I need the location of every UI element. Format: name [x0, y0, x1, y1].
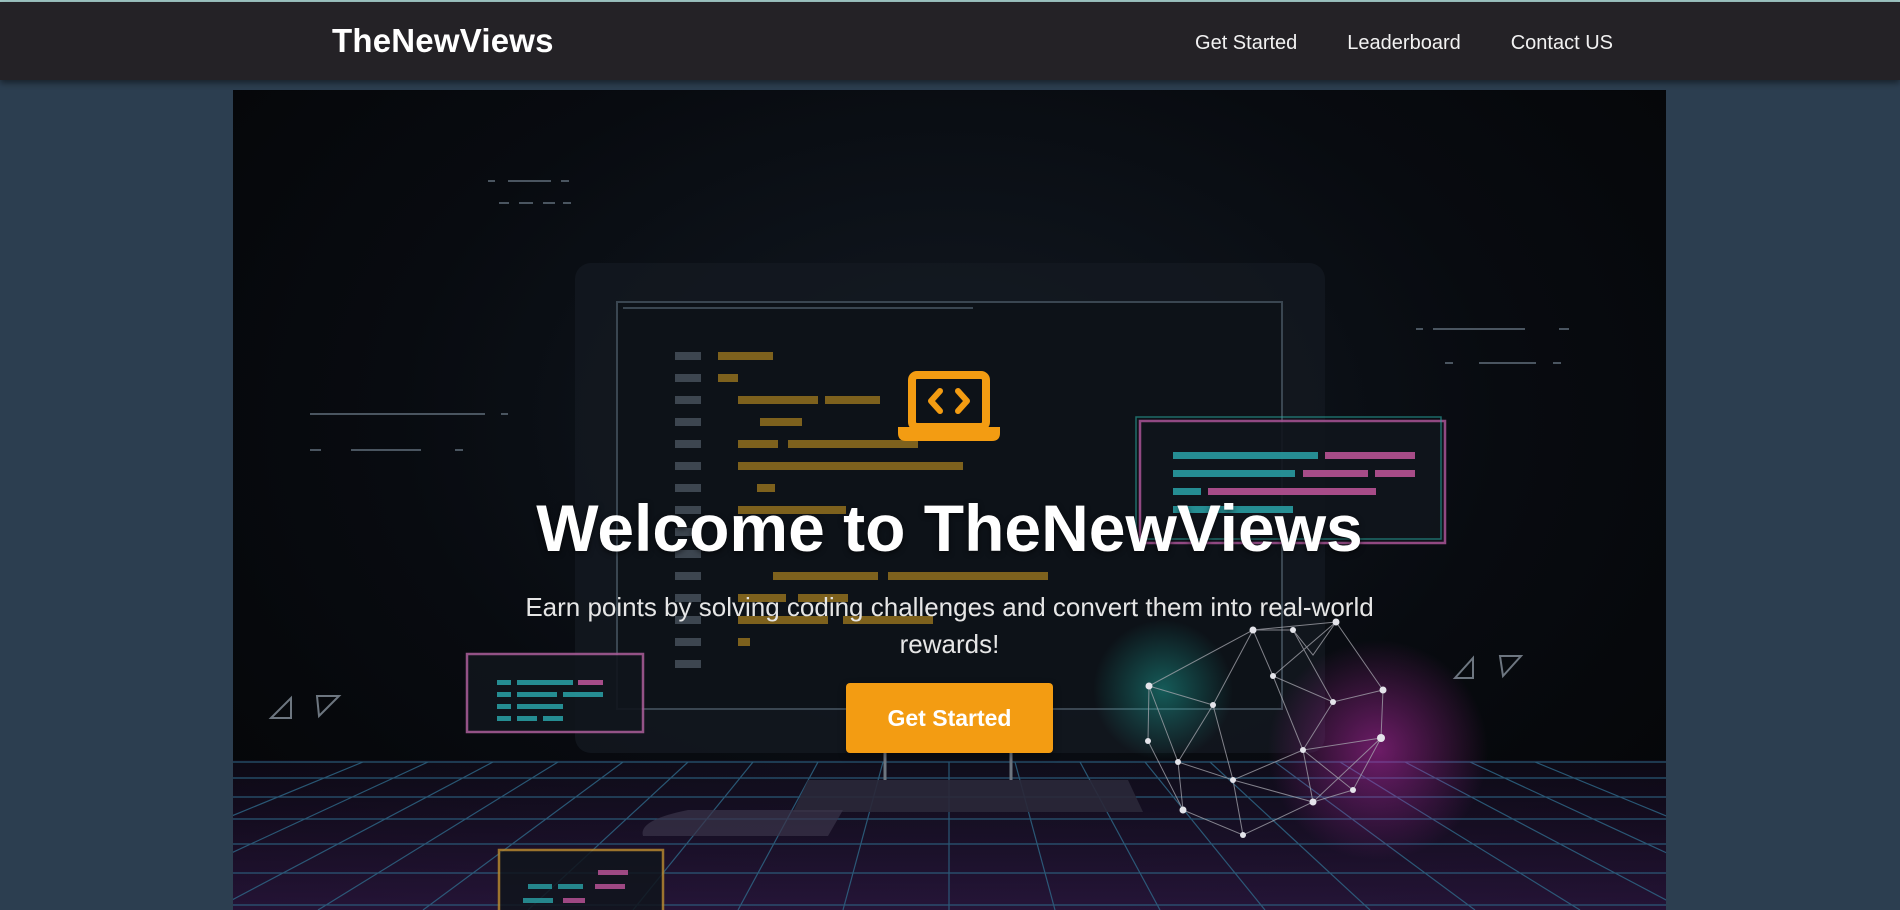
hero-title: Welcome to TheNewViews: [536, 491, 1363, 565]
navbar: TheNewViews Get Started Leaderboard Cont…: [0, 2, 1900, 80]
nav-contact-us[interactable]: Contact US: [1511, 32, 1613, 55]
hero-content: Welcome to TheNewViews Earn points by so…: [233, 90, 1666, 910]
nav-get-started[interactable]: Get Started: [1195, 32, 1297, 55]
brand-logo[interactable]: TheNewViews: [332, 22, 554, 60]
nav-links: Get Started Leaderboard Contact US: [1195, 32, 1613, 55]
hero-subtitle: Earn points by solving coding challenges…: [525, 592, 1374, 659]
get-started-button[interactable]: Get Started: [846, 683, 1053, 753]
nav-leaderboard[interactable]: Leaderboard: [1347, 32, 1460, 55]
laptop-code-icon: [898, 371, 1000, 441]
hero-section: Welcome to TheNewViews Earn points by so…: [233, 90, 1666, 910]
